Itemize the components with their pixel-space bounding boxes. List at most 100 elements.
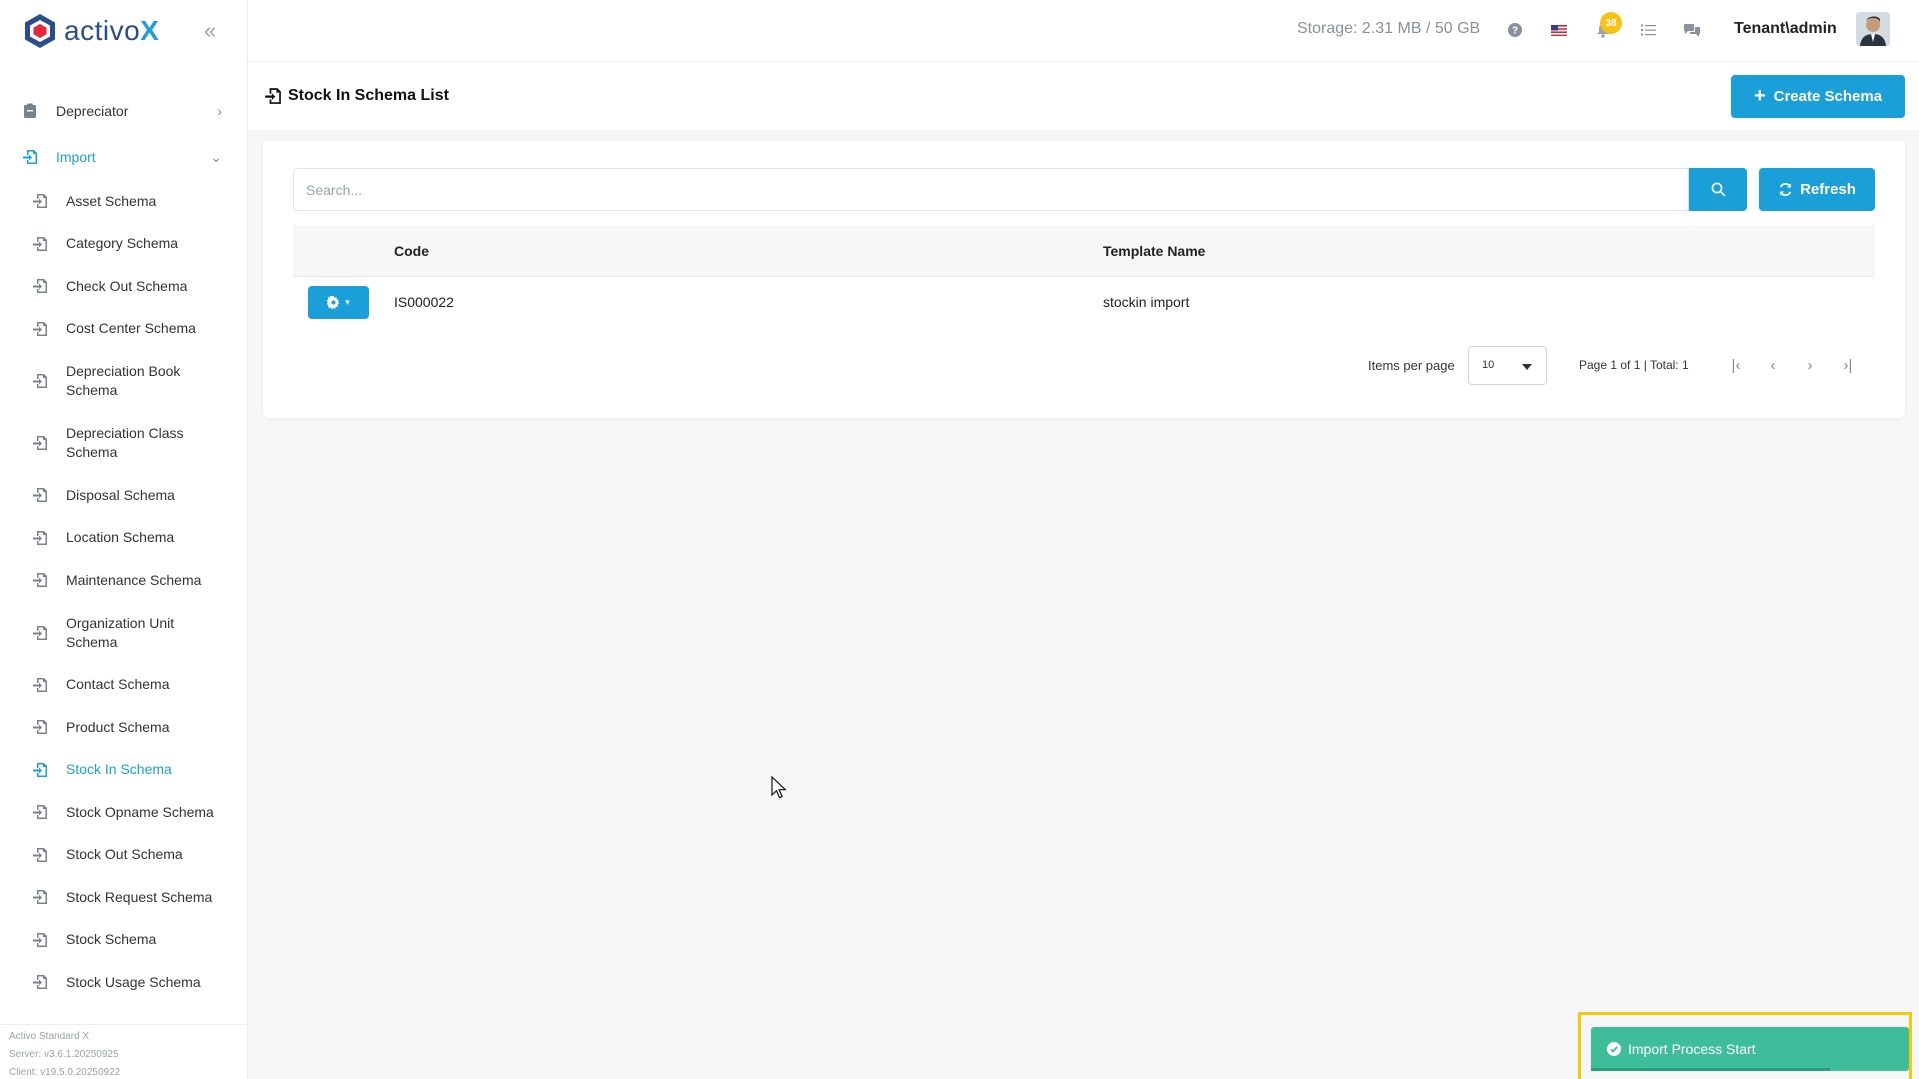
import-icon bbox=[33, 890, 47, 905]
sidebar-item-label: Stock In Schema bbox=[66, 761, 172, 778]
page-title-text: Stock In Schema List bbox=[288, 87, 449, 104]
sidebar-item-label: Maintenance Schema bbox=[66, 571, 202, 588]
create-schema-button[interactable]: + Create Schema bbox=[1731, 75, 1905, 118]
brand: activoX « bbox=[0, 0, 247, 62]
sidebar-item-label: Organization Unit Schema bbox=[66, 614, 175, 650]
sidebar-item-category-schema[interactable]: Category Schema bbox=[0, 223, 247, 266]
clipboard-icon bbox=[24, 103, 36, 118]
import-icon bbox=[33, 436, 47, 450]
mouse-cursor-icon bbox=[771, 776, 787, 799]
sidebar-item-label: Disposal Schema bbox=[66, 486, 175, 503]
table-header: Code Template Name bbox=[293, 225, 1875, 277]
version-info: Activo Standard X Server: v3.6.1.2025092… bbox=[0, 1024, 247, 1079]
notification-badge: 38 bbox=[1600, 12, 1622, 34]
column-header-template-name[interactable]: Template Name bbox=[1103, 243, 1205, 259]
sidebar-item-stock-schema[interactable]: Stock Schema bbox=[0, 919, 247, 962]
plus-icon: + bbox=[1753, 85, 1766, 107]
sidebar: activoX « Depreciator › Import ⌄ Asset S… bbox=[0, 0, 248, 1079]
import-icon bbox=[33, 194, 47, 209]
sidebar-sub-list: Asset Schema Category Schema Check Out Sch… bbox=[0, 180, 247, 1004]
first-page-icon[interactable]: |‹ bbox=[1726, 355, 1746, 375]
import-icon bbox=[33, 530, 47, 545]
sidebar-item-label: Stock Out Schema bbox=[66, 846, 183, 863]
sidebar-item-depreciation-book-schema[interactable]: Depreciation Book Schema bbox=[0, 350, 247, 412]
server-version: Server: v3.6.1.20250925 bbox=[9, 1049, 119, 1060]
sidebar-item-label: Stock Request Schema bbox=[66, 888, 213, 905]
create-schema-label: Create Schema bbox=[1773, 88, 1883, 105]
sidebar-item-label: Category Schema bbox=[66, 235, 179, 252]
refresh-icon bbox=[1779, 183, 1792, 196]
items-per-page-label: Items per page bbox=[1368, 358, 1455, 373]
import-icon bbox=[33, 279, 47, 294]
sidebar-item-label: Stock Opname Schema bbox=[66, 803, 214, 820]
import-icon bbox=[33, 374, 47, 388]
sidebar-item-disposal-schema[interactable]: Disposal Schema bbox=[0, 474, 247, 517]
cell-template-name: stockin import bbox=[1103, 294, 1190, 310]
sidebar-item-stock-in-schema[interactable]: Stock In Schema bbox=[0, 749, 247, 792]
sidebar-nav: Depreciator › Import ⌄ Asset Schema Categ… bbox=[0, 88, 247, 1004]
toast-message: Import Process Start bbox=[1628, 1041, 1756, 1057]
search-input[interactable] bbox=[293, 168, 1689, 211]
sidebar-item-label: Stock Usage Schema bbox=[66, 973, 201, 990]
sidebar-item-stock-request-schema[interactable]: Stock Request Schema bbox=[0, 876, 247, 919]
toast-notification[interactable]: Import Process Start bbox=[1591, 1027, 1909, 1071]
sidebar-item-label: Check Out Schema bbox=[66, 277, 188, 294]
sidebar-item-label: Depreciation Book Schema bbox=[66, 363, 181, 398]
table-row: ▾ IS000022 stockin import bbox=[293, 277, 1875, 327]
double-chevron-left-icon[interactable]: « bbox=[204, 18, 216, 44]
import-icon bbox=[33, 932, 47, 947]
sidebar-item-stock-out-schema[interactable]: Stock Out Schema bbox=[0, 834, 247, 877]
storage-usage: Storage: 2.31 MB / 50 GB bbox=[1297, 20, 1481, 37]
flag-us-icon[interactable] bbox=[1549, 20, 1569, 40]
row-actions-button[interactable]: ▾ bbox=[308, 286, 369, 319]
sidebar-item-cost-center-schema[interactable]: Cost Center Schema bbox=[0, 308, 247, 351]
tasks-icon[interactable] bbox=[1638, 20, 1658, 40]
sidebar-item-stock-opname-schema[interactable]: Stock Opname Schema bbox=[0, 791, 247, 834]
avatar[interactable] bbox=[1856, 12, 1890, 46]
import-icon bbox=[33, 236, 47, 251]
import-icon bbox=[33, 975, 47, 990]
product-name: Activo Standard X bbox=[9, 1031, 90, 1042]
chevron-right-icon: › bbox=[217, 103, 222, 119]
sidebar-item-contact-schema[interactable]: Contact Schema bbox=[0, 664, 247, 707]
page-title: Stock In Schema List bbox=[264, 87, 449, 105]
refresh-button[interactable]: Refresh bbox=[1759, 168, 1875, 211]
sidebar-item-location-schema[interactable]: Location Schema bbox=[0, 517, 247, 560]
sidebar-item-check-out-schema[interactable]: Check Out Schema bbox=[0, 265, 247, 308]
sidebar-item-maintenance-schema[interactable]: Maintenance Schema bbox=[0, 559, 247, 602]
import-icon bbox=[33, 488, 47, 503]
import-icon bbox=[33, 720, 47, 735]
sidebar-item-depreciator[interactable]: Depreciator › bbox=[0, 88, 247, 134]
sidebar-item-depreciation-class-schema[interactable]: Depreciation Class Schema bbox=[0, 412, 247, 474]
search-button[interactable] bbox=[1689, 168, 1747, 211]
sidebar-item-label: Cost Center Schema bbox=[66, 320, 196, 337]
user-name[interactable]: Tenant\admin bbox=[1734, 20, 1837, 38]
activox-logo-icon bbox=[25, 14, 55, 48]
sidebar-item-asset-schema[interactable]: Asset Schema bbox=[0, 180, 247, 223]
import-icon bbox=[265, 88, 281, 104]
sidebar-item-label: Asset Schema bbox=[66, 192, 157, 209]
items-per-page-value: 10 bbox=[1482, 359, 1495, 371]
items-per-page-select[interactable]: 10 bbox=[1468, 346, 1547, 385]
sidebar-item-import[interactable]: Import ⌄ bbox=[0, 134, 247, 180]
import-icon bbox=[33, 762, 47, 777]
sidebar-item-stock-usage-schema[interactable]: Stock Usage Schema bbox=[0, 961, 247, 1004]
check-circle-icon bbox=[1607, 1042, 1621, 1056]
help-icon[interactable]: ? bbox=[1505, 20, 1525, 40]
sidebar-item-organization-unit-schema[interactable]: Organization Unit Schema bbox=[0, 602, 247, 664]
import-icon bbox=[33, 805, 47, 820]
chat-icon[interactable] bbox=[1682, 20, 1702, 40]
column-header-code[interactable]: Code bbox=[394, 243, 429, 259]
gear-icon bbox=[327, 296, 340, 309]
search-icon bbox=[1711, 182, 1725, 197]
page-title-bar: Stock In Schema List + Create Schema bbox=[248, 62, 1919, 130]
caret-down-icon bbox=[1522, 364, 1532, 370]
sidebar-item-label: Contact Schema bbox=[66, 676, 170, 693]
toast-progress-bar bbox=[1591, 1068, 1830, 1071]
refresh-label: Refresh bbox=[1800, 181, 1856, 198]
sidebar-item-product-schema[interactable]: Product Schema bbox=[0, 706, 247, 749]
last-page-icon[interactable]: ›| bbox=[1838, 355, 1858, 375]
next-page-icon[interactable]: › bbox=[1800, 355, 1820, 375]
schema-list-card: Refresh Code Template Name ▾ IS000022 st… bbox=[263, 141, 1905, 418]
prev-page-icon[interactable]: ‹ bbox=[1763, 355, 1783, 375]
